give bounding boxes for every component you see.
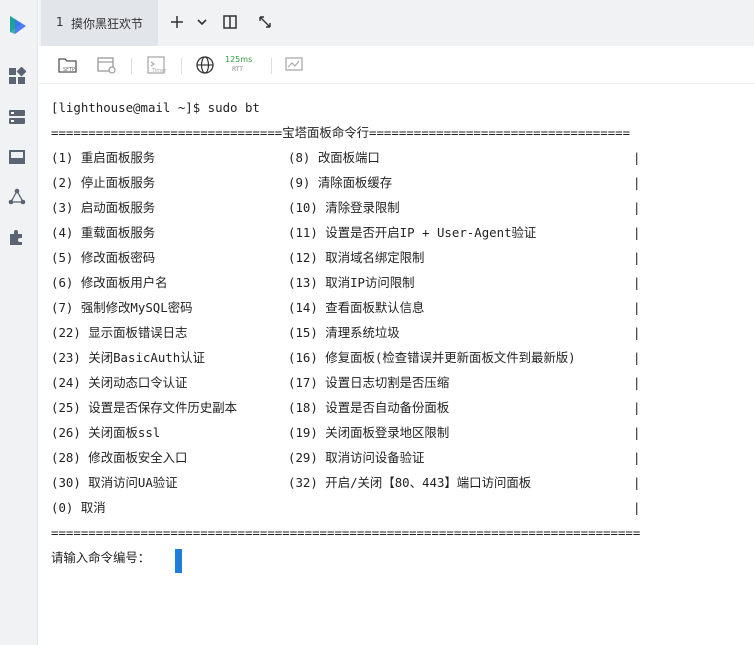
menu-option-left: (0) 取消 bbox=[51, 500, 106, 515]
globe-icon[interactable] bbox=[194, 54, 216, 76]
menu-border-pipe: | bbox=[633, 350, 641, 365]
menu-option-right: (16) 修复面板(检查错误并更新面板文件到最新版) bbox=[288, 350, 576, 365]
server-icon[interactable] bbox=[8, 108, 26, 126]
menu-option-left: (28) 修改面板安全入口 bbox=[51, 450, 188, 465]
menu-option-left: (23) 关闭BasicAuth认证 bbox=[51, 350, 205, 365]
input-prompt: 请输入命令编号： bbox=[51, 550, 151, 565]
menu-option-right: (11) 设置是否开启IP + User-Agent验证 bbox=[288, 225, 537, 240]
script-icon[interactable] bbox=[95, 54, 117, 76]
toolbar: SFTP Timer 125ms RTT bbox=[39, 46, 754, 84]
menu-border-pipe: | bbox=[633, 250, 641, 265]
menu-option-right: (10) 清除登录限制 bbox=[288, 200, 400, 215]
menu-border-pipe: | bbox=[633, 300, 641, 315]
fullscreen-icon[interactable] bbox=[257, 14, 273, 30]
menu-option-left: (3) 启动面板服务 bbox=[51, 200, 156, 215]
rtt-label: RTT bbox=[232, 66, 243, 73]
menu-option-right: (13) 取消IP访问限制 bbox=[288, 275, 415, 290]
menu-option-left: (24) 关闭动态口令认证 bbox=[51, 375, 188, 390]
menu-border-pipe: | bbox=[633, 450, 641, 465]
menu-option-right: (15) 清理系统垃圾 bbox=[288, 325, 400, 340]
network-icon[interactable] bbox=[8, 188, 26, 206]
menu-border-pipe: | bbox=[633, 150, 641, 165]
menu-header-line: ===============================宝塔面板命令行==… bbox=[51, 125, 631, 140]
left-sidebar bbox=[0, 0, 38, 645]
sftp-icon[interactable]: SFTP bbox=[57, 54, 79, 76]
menu-option-right: (32) 开启/关闭【80、443】端口访问面板 bbox=[288, 475, 532, 490]
menu-option-left: (7) 强制修改MySQL密码 bbox=[51, 300, 193, 315]
tab-title: 摸你黑狂欢节 bbox=[71, 17, 144, 31]
menu-option-left: (30) 取消访问UA验证 bbox=[51, 475, 178, 490]
menu-option-left: (25) 设置是否保存文件历史副本 bbox=[51, 400, 237, 415]
menu-border-pipe: | bbox=[633, 325, 641, 340]
menu-border-pipe: | bbox=[633, 200, 641, 215]
menu-option-left: (4) 重载面板服务 bbox=[51, 225, 156, 240]
monitor-icon[interactable] bbox=[283, 54, 305, 76]
menu-border-pipe: | bbox=[633, 400, 641, 415]
app-logo-icon[interactable] bbox=[7, 13, 29, 37]
dashboard-icon[interactable] bbox=[8, 67, 26, 85]
timer-icon[interactable]: Timer bbox=[145, 54, 167, 76]
menu-border-pipe: | bbox=[633, 275, 641, 290]
input-prompt-line[interactable]: 请输入命令编号： bbox=[51, 548, 182, 574]
menu-border-pipe: | bbox=[633, 425, 641, 440]
menu-option-right: (9) 清除面板缓存 bbox=[288, 175, 393, 190]
menu-border-pipe: | bbox=[633, 500, 641, 515]
storage-icon[interactable] bbox=[8, 148, 26, 166]
menu-border-pipe: | bbox=[633, 225, 641, 240]
menu-option-left: (2) 停止面板服务 bbox=[51, 175, 156, 190]
rtt-value: 125ms bbox=[225, 55, 253, 64]
menu-option-left: (6) 修改面板用户名 bbox=[51, 275, 168, 290]
toolbar-divider bbox=[131, 58, 132, 74]
menu-option-right: (19) 关闭面板登录地区限制 bbox=[288, 425, 450, 440]
menu-option-right: (14) 查看面板默认信息 bbox=[288, 300, 425, 315]
terminal-output[interactable]: [lighthouse@mail ~]$ sudo bt ===========… bbox=[39, 85, 754, 645]
menu-option-left: (5) 修改面板密码 bbox=[51, 250, 156, 265]
menu-option-left: (1) 重启面板服务 bbox=[51, 150, 156, 165]
menu-border-pipe: | bbox=[633, 475, 641, 490]
menu-option-right: (8) 改面板端口 bbox=[288, 150, 380, 165]
menu-option-left: (26) 关闭面板ssl bbox=[51, 425, 161, 440]
menu-option-left: (22) 显示面板错误日志 bbox=[51, 325, 188, 340]
command-prompt-line: [lighthouse@mail ~]$ sudo bt bbox=[51, 100, 260, 115]
menu-footer-line: ========================================… bbox=[51, 525, 641, 540]
terminal-cursor bbox=[175, 549, 182, 573]
add-tab-icon[interactable] bbox=[169, 14, 185, 30]
menu-option-right: (29) 取消访问设备验证 bbox=[288, 450, 425, 465]
menu-border-pipe: | bbox=[633, 175, 641, 190]
split-view-icon[interactable] bbox=[222, 14, 238, 30]
toolbar-divider bbox=[271, 58, 272, 74]
toolbar-divider bbox=[181, 58, 182, 74]
menu-option-right: (17) 设置日志切割是否压缩 bbox=[288, 375, 450, 390]
menu-option-right: (12) 取消域名绑定限制 bbox=[288, 250, 425, 265]
chevron-down-icon[interactable] bbox=[194, 14, 210, 30]
timer-label: Timer bbox=[152, 68, 167, 74]
plugin-icon[interactable] bbox=[8, 228, 26, 246]
tab-session[interactable]: 1 摸你黑狂欢节 bbox=[41, 0, 158, 46]
menu-border-pipe: | bbox=[633, 375, 641, 390]
tab-bar: 1 摸你黑狂欢节 bbox=[39, 0, 754, 46]
tab-number: 1 bbox=[56, 15, 64, 29]
menu-option-right: (18) 设置是否自动备份面板 bbox=[288, 400, 450, 415]
sftp-label: SFTP bbox=[63, 67, 76, 73]
